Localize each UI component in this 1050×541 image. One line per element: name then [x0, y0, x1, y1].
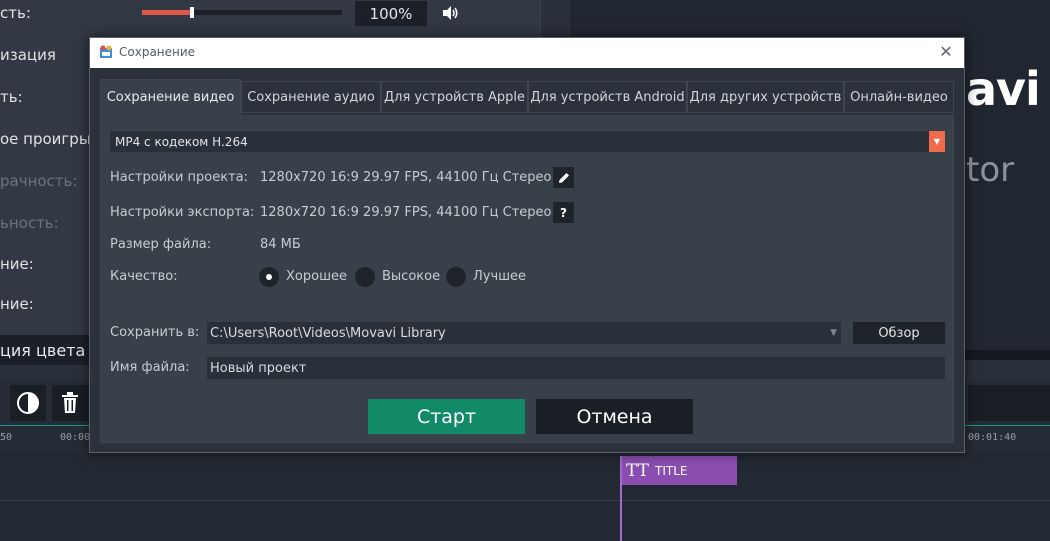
speaker-icon[interactable] [441, 5, 459, 21]
chevron-down-icon[interactable]: ▼ [830, 322, 837, 344]
help-button[interactable]: ? [553, 202, 574, 223]
trash-icon [62, 392, 78, 413]
tab-android-devices[interactable]: Для устройств Android [528, 81, 687, 113]
logo-text: avi [966, 62, 1041, 116]
save-dialog: Сохранение ✕ Сохранение видео Сохранение… [89, 37, 965, 453]
tab-apple-devices[interactable]: Для устройств Apple [381, 81, 528, 113]
export-settings-label: Настройки экспорта: [110, 205, 255, 220]
property-label: ние: [0, 295, 34, 313]
ruler-tick-label: 50 [0, 432, 13, 443]
file-size-value: 84 МБ [260, 237, 301, 252]
quality-label: Качество: [110, 269, 178, 284]
dialog-titlebar[interactable]: Сохранение ✕ [90, 38, 964, 68]
property-label: рачность: [0, 172, 78, 190]
filename-input[interactable] [207, 357, 945, 379]
quality-option-label[interactable]: Лучшее [473, 269, 526, 284]
contrast-icon [17, 392, 39, 414]
pencil-icon [558, 172, 569, 183]
close-icon[interactable]: ✕ [936, 42, 956, 62]
quality-radio-good[interactable] [259, 267, 279, 287]
project-settings-label: Настройки проекта: [110, 170, 249, 185]
property-label: ьность: [0, 214, 59, 232]
browse-button[interactable]: Обзор [853, 322, 945, 344]
toolbar-button[interactable] [968, 385, 1050, 421]
project-settings-value: 1280x720 16:9 29.97 FPS, 44100 Гц Стерео [260, 170, 552, 185]
app-icon [100, 45, 112, 58]
color-section-label: ция цвета [0, 341, 86, 360]
dialog-title: Сохранение [119, 45, 196, 59]
property-label: ть: [0, 88, 23, 106]
text-icon: TT [626, 460, 649, 481]
quality-option-label[interactable]: Хорошее [286, 269, 347, 284]
tab-save-audio[interactable]: Сохранение аудио [241, 81, 381, 113]
format-tabs: Сохранение видео Сохранение аудио Для ус… [100, 79, 954, 115]
ruler-tick-label: 00:00 [60, 432, 91, 443]
tab-content [100, 115, 954, 443]
volume-slider-fill [142, 10, 192, 15]
filename-label: Имя файла: [110, 360, 190, 375]
format-selected-value: MP4 с кодеком H.264 [115, 134, 248, 149]
start-button[interactable]: Старт [368, 399, 525, 434]
export-settings-value: 1280x720 16:9 29.97 FPS, 44100 Гц Стерео [260, 205, 552, 220]
property-label: ние: [0, 255, 34, 273]
property-label: ое проигры [0, 130, 91, 148]
title-clip-label: TITLE [655, 463, 688, 478]
color-section-header[interactable]: ция цвета [0, 335, 90, 365]
quality-radio-high[interactable] [355, 267, 375, 287]
property-label: изация [0, 46, 56, 64]
volume-slider[interactable] [142, 7, 342, 18]
format-dropdown[interactable]: MP4 с кодеком H.264 ▼ [110, 131, 945, 152]
track-divider [0, 500, 1050, 501]
save-to-label: Сохранить в: [110, 325, 200, 340]
logo-subtext: tor [966, 150, 1015, 190]
edit-settings-button[interactable] [553, 167, 574, 188]
tab-other-devices[interactable]: Для других устройств [687, 81, 844, 113]
title-clip[interactable]: TT TITLE [620, 456, 737, 485]
chevron-down-icon[interactable]: ▼ [929, 131, 945, 152]
cancel-button[interactable]: Отмена [536, 399, 693, 434]
ruler-tick-label: 00:01:40 [968, 432, 1017, 443]
timeline-playhead[interactable] [620, 456, 622, 541]
save-path-dropdown[interactable]: C:\Users\Root\Videos\Movavi Library ▼ [207, 322, 841, 344]
timeline-tracks [0, 453, 1050, 541]
delete-button[interactable] [52, 385, 88, 421]
quality-option-label[interactable]: Высокое [382, 269, 440, 284]
property-label: сть: [0, 4, 31, 22]
quality-radio-best[interactable] [446, 267, 466, 287]
tab-save-video[interactable]: Сохранение видео [100, 79, 241, 115]
file-size-label: Размер файла: [110, 237, 212, 252]
color-adjust-button[interactable] [10, 385, 46, 421]
tab-online-video[interactable]: Онлайн-видео [844, 81, 954, 113]
volume-percent-field[interactable]: 100% [355, 1, 427, 26]
volume-slider-handle[interactable] [190, 7, 194, 18]
save-path-value: C:\Users\Root\Videos\Movavi Library [210, 325, 446, 341]
